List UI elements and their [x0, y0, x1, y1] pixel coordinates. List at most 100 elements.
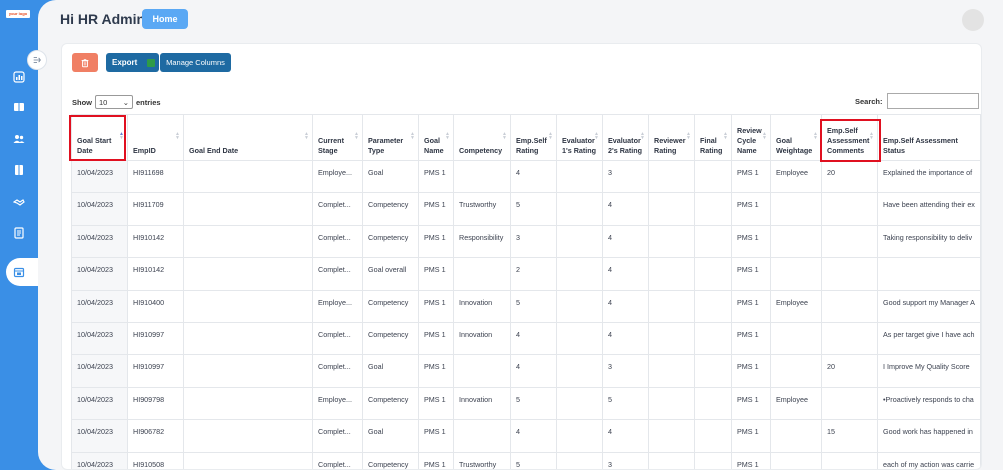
- table-cell: [821, 192, 878, 226]
- table-cell: 20: [821, 159, 878, 194]
- table-cell: Competency: [362, 321, 419, 356]
- sort-icon: ▲ ▼: [640, 131, 645, 141]
- table-cell: Goal: [362, 159, 419, 194]
- table-row[interactable]: 10/04/2023 HI910997 Complet... Competency PM…: [71, 321, 981, 356]
- table-cell: •Proactively responds to cha: [877, 386, 981, 421]
- table-cell: [183, 419, 313, 453]
- table-cell: [648, 159, 695, 194]
- sort-icon: ▲ ▼: [502, 131, 507, 141]
- table-cell: [453, 419, 511, 453]
- search-input[interactable]: [886, 93, 979, 109]
- table-cell: 4: [510, 354, 557, 388]
- calendar-icon[interactable]: [12, 265, 26, 279]
- table-row[interactable]: 10/04/2023 HI910142 Complet... Competency PM…: [71, 224, 981, 259]
- column-header[interactable]: Emp.Self Assessment Comments ▲ ▼: [821, 114, 878, 161]
- goals-table: Goal Start Date ▲ ▼ EmpID ▲ ▼ Goal End Date ▲ ▼ C…: [71, 114, 981, 469]
- table-row[interactable]: 10/04/2023 HI906782 Complet... Goal PMS 144P…: [71, 419, 981, 453]
- avatar[interactable]: [962, 9, 984, 31]
- table-row[interactable]: 10/04/2023 HI910400 Employe... Competency PM…: [71, 289, 981, 323]
- table-cell: [694, 257, 732, 291]
- table-cell: Competency: [362, 289, 419, 323]
- table-cell: Trustworthy: [453, 192, 511, 226]
- handshake-icon[interactable]: [12, 195, 26, 209]
- manage-columns-button[interactable]: Manage Columns: [160, 53, 231, 72]
- table-cell: [770, 419, 822, 453]
- table-cell: 10/04/2023: [71, 354, 128, 388]
- sort-icon: ▲ ▼: [813, 131, 818, 141]
- table-cell: 10/04/2023: [71, 159, 128, 194]
- export-button[interactable]: Export: [106, 53, 159, 72]
- table-cell: I Improve My Quality Score: [877, 354, 981, 388]
- column-header[interactable]: Goal Start Date ▲ ▼: [71, 114, 128, 161]
- document-icon[interactable]: [12, 163, 26, 177]
- report-icon[interactable]: [12, 226, 26, 240]
- table-cell: Good support my Manager A: [877, 289, 981, 323]
- table-cell: Employee: [770, 386, 822, 421]
- table-cell: [183, 354, 313, 388]
- table-cell: [183, 257, 313, 291]
- table-cell: Good work has happened in: [877, 419, 981, 453]
- table-cell: 5: [510, 289, 557, 323]
- table-cell: HI909798: [127, 386, 184, 421]
- table-row[interactable]: 10/04/2023 HI910142 Complet... Goal overall…: [71, 257, 981, 291]
- home-button[interactable]: Home: [142, 9, 188, 29]
- column-header[interactable]: Reviewer Rating ▲ ▼: [648, 114, 695, 161]
- column-header[interactable]: Evaluator 1's Rating ▲ ▼: [556, 114, 603, 161]
- table-row[interactable]: 10/04/2023 HI911709 Complet... Competency PM…: [71, 192, 981, 226]
- table-cell: 10/04/2023: [71, 289, 128, 323]
- table-cell: PMS 1: [418, 354, 454, 388]
- column-header[interactable]: Parameter Type ▲ ▼: [362, 114, 419, 161]
- table-row[interactable]: 10/04/2023 HI910508 Complet... Competency PM…: [71, 451, 981, 469]
- column-header[interactable]: Emp.Self Assessment Status: [877, 114, 981, 161]
- table-cell: [556, 419, 603, 453]
- table-cell: [183, 321, 313, 356]
- users-icon[interactable]: [12, 132, 26, 146]
- table-row[interactable]: 10/04/2023 HI910997 Complet... Goal PMS 143P…: [71, 354, 981, 388]
- table-cell: [556, 289, 603, 323]
- column-header[interactable]: Goal Weightage ▲ ▼: [770, 114, 822, 161]
- column-header[interactable]: Review Cycle Name ▲ ▼: [731, 114, 771, 161]
- column-header[interactable]: Goal End Date ▲ ▼: [183, 114, 313, 161]
- column-header[interactable]: EmpID ▲ ▼: [127, 114, 184, 161]
- table-cell: [877, 257, 981, 291]
- table-cell: 4: [510, 419, 557, 453]
- delete-button[interactable]: [72, 53, 98, 72]
- table-row[interactable]: 10/04/2023 HI911698 Employe... Goal PMS 143P…: [71, 159, 981, 194]
- table-cell: 4: [602, 257, 649, 291]
- sort-icon: ▲ ▼: [410, 131, 415, 141]
- column-header[interactable]: Goal Name ▲ ▼: [418, 114, 454, 161]
- table-cell: [648, 419, 695, 453]
- table-cell: [183, 386, 313, 421]
- table-cell: each of my action was carrie: [877, 451, 981, 469]
- column-header[interactable]: Competency ▲ ▼: [453, 114, 511, 161]
- column-header[interactable]: Evaluator 2's Rating ▲ ▼: [602, 114, 649, 161]
- table-cell: As per target give I have ach: [877, 321, 981, 356]
- table-cell: Trustworthy: [453, 451, 511, 469]
- entries-select[interactable]: 10 ⌄: [95, 95, 133, 109]
- table-cell: [183, 159, 313, 194]
- table-cell: 5: [510, 386, 557, 421]
- table-cell: Employe...: [312, 386, 363, 421]
- sidebar-toggle-button[interactable]: [27, 50, 47, 70]
- table-cell: PMS 1: [418, 386, 454, 421]
- table-cell: 3: [602, 451, 649, 469]
- table-row[interactable]: 10/04/2023 HI909798 Employe... Competency PM…: [71, 386, 981, 421]
- table-cell: [556, 224, 603, 259]
- book-icon[interactable]: [12, 100, 26, 114]
- sort-icon: ▲ ▼: [762, 131, 767, 141]
- table-cell: 10/04/2023: [71, 386, 128, 421]
- dashboard-icon[interactable]: [12, 70, 26, 84]
- table-cell: 5: [602, 386, 649, 421]
- table-cell: [694, 321, 732, 356]
- table-cell: 5: [510, 451, 557, 469]
- table-cell: Employe...: [312, 159, 363, 194]
- table-cell: 15: [821, 419, 878, 453]
- table-cell: [694, 451, 732, 469]
- table-cell: 4: [602, 192, 649, 226]
- column-header[interactable]: Emp.Self Rating ▲ ▼: [510, 114, 557, 161]
- column-header[interactable]: Final Rating ▲ ▼: [694, 114, 732, 161]
- table-cell: 4: [510, 321, 557, 356]
- table-cell: HI910142: [127, 224, 184, 259]
- column-header[interactable]: Current Stage ▲ ▼: [312, 114, 363, 161]
- excel-icon: [147, 58, 156, 67]
